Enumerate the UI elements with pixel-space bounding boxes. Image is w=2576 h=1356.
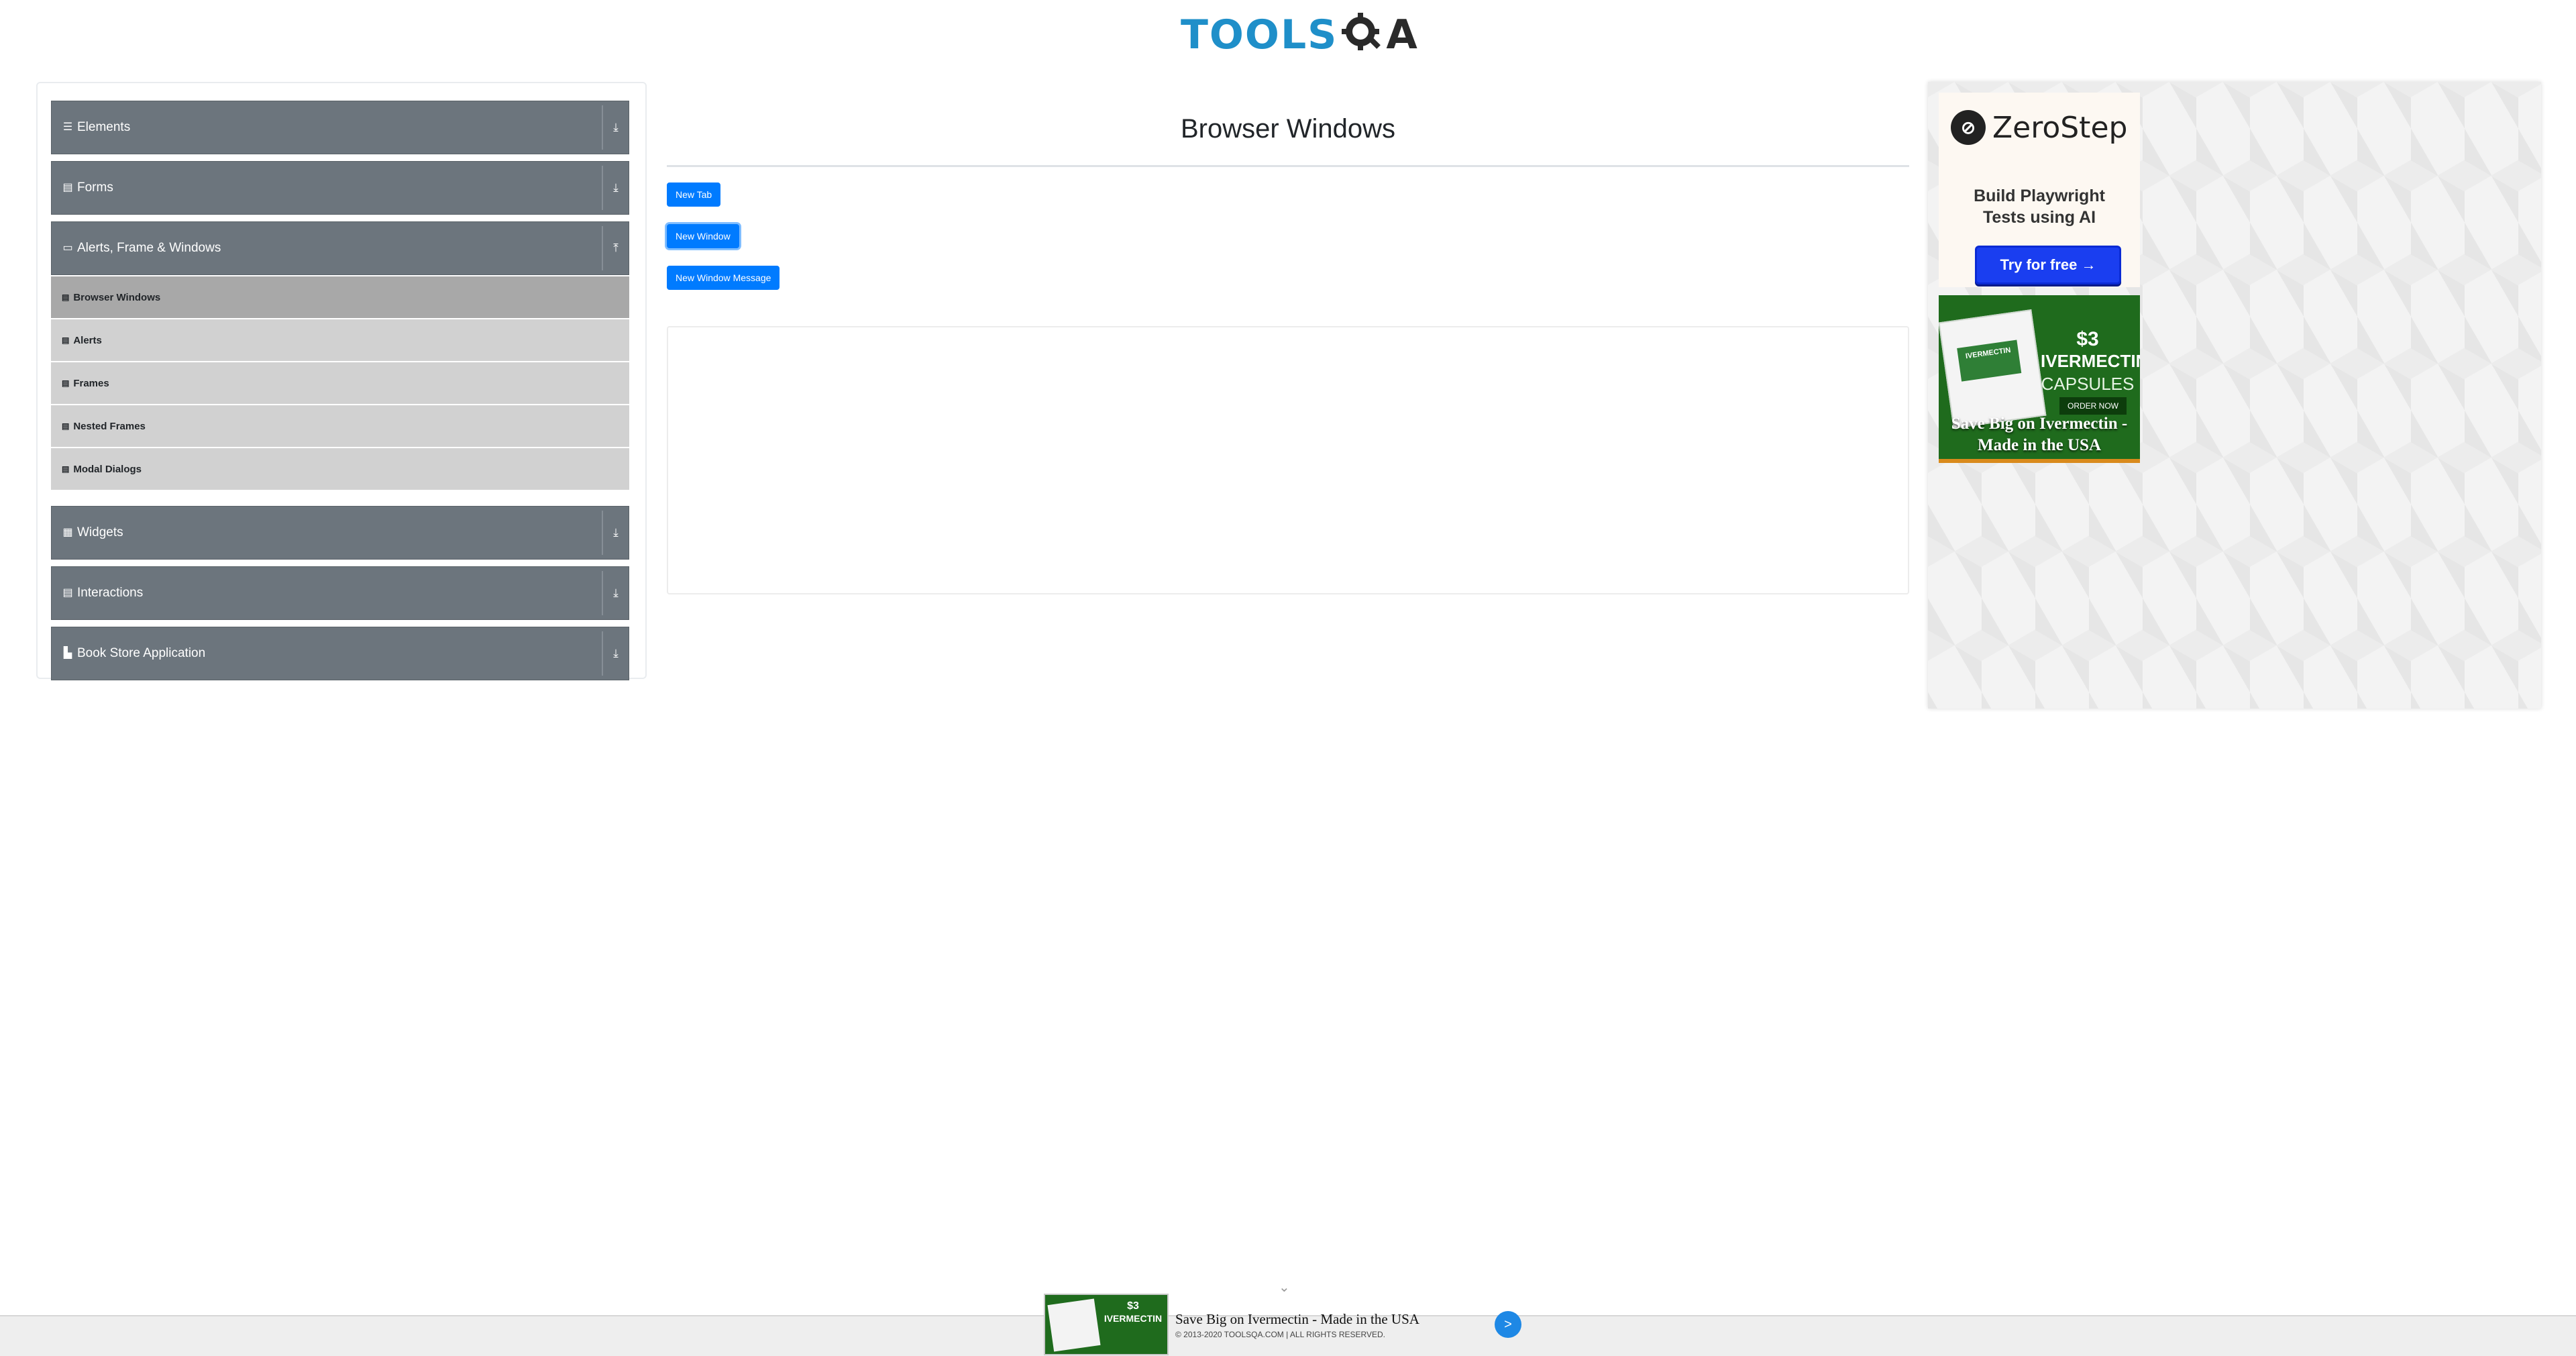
sidebar-item-label: Frames xyxy=(73,377,109,389)
window-icon: ▭ xyxy=(62,242,73,254)
ad-price: $3 xyxy=(2076,328,2099,350)
try-for-free-button[interactable]: Try for free → xyxy=(1975,246,2121,284)
new-tab-button[interactable]: New Tab xyxy=(667,182,721,207)
logo-text: TOOLS xyxy=(1181,11,1338,58)
product-package-image: IVERMECTIN xyxy=(1939,309,2047,429)
new-window-button[interactable]: New Window xyxy=(667,224,739,248)
document-icon: ▤ xyxy=(62,378,70,388)
sidebar-group-widgets: ▦ Widgets ⤓ xyxy=(51,506,629,560)
download-arrow-icon[interactable]: ⤓ xyxy=(602,631,629,676)
sidebar-item-frames[interactable]: ▤ Frames xyxy=(51,362,629,404)
product-package-image xyxy=(1047,1298,1101,1352)
gear-icon xyxy=(1340,11,1385,59)
thumb-price: $3 xyxy=(1127,1300,1139,1312)
sidebar-item-browser-windows[interactable]: ▤ Browser Windows xyxy=(51,276,629,318)
thumb-product: IVERMECTIN xyxy=(1104,1313,1163,1324)
sidebar-item-label: Alerts xyxy=(73,334,102,346)
group-label: Alerts, Frame & Windows xyxy=(77,241,221,255)
bottom-ad-headline[interactable]: Save Big on Ivermectin - Made in the USA xyxy=(1175,1311,1419,1328)
grid-icon: ▦ xyxy=(62,527,73,538)
zerostep-tagline-line1: Build Playwright xyxy=(1974,187,2105,205)
document-icon: ▤ xyxy=(62,182,73,193)
sidebar-submenu-alerts: ▤ Browser Windows ▤ Alerts ▤ Frames ▤ Ne… xyxy=(51,276,629,490)
order-now-button[interactable]: ORDER NOW xyxy=(2059,397,2127,415)
upload-arrow-icon[interactable]: ⤒ xyxy=(602,226,629,270)
ad-headline-line1: Save Big on Ivermectin - xyxy=(1951,415,2128,433)
document-icon: ▤ xyxy=(62,335,70,345)
sidebar: ☰ Elements ⤓ ▤ Forms ⤓ ▭ Alerts, Frame &… xyxy=(36,82,647,680)
right-ad-panel: ⊘ ZeroStep Build Playwright Tests using … xyxy=(1928,82,2541,709)
sidebar-item-alerts[interactable]: ▤ Alerts xyxy=(51,319,629,361)
sidebar-item-label: Modal Dialogs xyxy=(73,463,142,475)
ad-frame-placeholder xyxy=(667,326,1909,594)
zerostep-tagline-line2: Tests using AI xyxy=(1982,208,2096,227)
package-label: IVERMECTIN xyxy=(1957,340,2022,382)
ad-headline: Save Big on Ivermectin - Made in the USA xyxy=(1939,413,2140,456)
page-title: Browser Windows xyxy=(1180,114,1396,144)
document-icon: ▤ xyxy=(62,293,70,302)
sidebar-item-label: Nested Frames xyxy=(73,420,146,432)
bottom-ad-go-button[interactable]: > xyxy=(1495,1311,1521,1338)
sidebar-group-header-forms[interactable]: ▤ Forms ⤓ xyxy=(51,161,629,215)
download-arrow-icon[interactable]: ⤓ xyxy=(602,105,629,150)
bottom-ad-thumbnail[interactable]: $3 IVERMECTIN xyxy=(1044,1294,1169,1355)
sidebar-item-nested-frames[interactable]: ▤ Nested Frames xyxy=(51,405,629,447)
download-arrow-icon[interactable]: ⤓ xyxy=(602,166,629,210)
sidebar-group-interactions: ▤ Interactions ⤓ xyxy=(51,566,629,620)
menu-icon: ☰ xyxy=(62,121,73,133)
ivermectin-ad[interactable]: IVERMECTIN $3 IVERMECTIN CAPSULES ORDER … xyxy=(1939,295,2140,463)
group-label: Book Store Application xyxy=(77,646,206,660)
download-arrow-icon[interactable]: ⤓ xyxy=(602,511,629,555)
ad-form: CAPSULES xyxy=(2041,374,2135,394)
sidebar-item-label: Browser Windows xyxy=(73,291,161,303)
sidebar-group-header-widgets[interactable]: ▦ Widgets ⤓ xyxy=(51,506,629,560)
sidebar-group-book-store: ▙ Book Store Application ⤓ xyxy=(51,627,629,680)
group-label: Elements xyxy=(77,120,131,134)
zerostep-logo-icon: ⊘ xyxy=(1951,110,1986,145)
document-icon: ▤ xyxy=(62,587,73,598)
toolsqa-logo[interactable]: TOOLS A xyxy=(1181,9,1417,60)
document-icon: ▤ xyxy=(62,421,70,431)
group-label: Interactions xyxy=(77,586,144,600)
sidebar-group-header-interactions[interactable]: ▤ Interactions ⤓ xyxy=(51,566,629,620)
ad-headline-line2: Made in the USA xyxy=(1977,436,2102,454)
zerostep-brand: ZeroStep xyxy=(1992,110,2128,145)
document-icon: ▤ xyxy=(62,464,70,474)
group-label: Widgets xyxy=(77,525,123,539)
sidebar-group-alerts: ▭ Alerts, Frame & Windows ⤒ ▤ Browser Wi… xyxy=(51,221,629,490)
zerostep-ad[interactable]: ⊘ ZeroStep Build Playwright Tests using … xyxy=(1939,93,2140,287)
bottom-ad-price: $3 IVERMECTIN xyxy=(1103,1300,1163,1324)
book-icon: ▙ xyxy=(63,647,72,659)
sidebar-item-modal-dialogs[interactable]: ▤ Modal Dialogs xyxy=(51,448,629,490)
zerostep-tagline: Build Playwright Tests using AI xyxy=(1939,185,2140,228)
logo-letter-a: A xyxy=(1386,11,1417,58)
zerostep-logo: ⊘ ZeroStep xyxy=(1951,110,2127,145)
sidebar-group-header-alerts[interactable]: ▭ Alerts, Frame & Windows ⤒ xyxy=(51,221,629,275)
sidebar-group-forms: ▤ Forms ⤓ xyxy=(51,161,629,215)
group-label: Forms xyxy=(77,180,113,195)
chevron-down-icon[interactable]: ⌄ xyxy=(1279,1279,1290,1296)
sidebar-group-header-book-store[interactable]: ▙ Book Store Application ⤓ xyxy=(51,627,629,680)
footer-copyright: © 2013-2020 TOOLSQA.COM | ALL RIGHTS RES… xyxy=(1175,1330,1385,1339)
sidebar-group-elements: ☰ Elements ⤓ xyxy=(51,101,629,154)
sidebar-group-header-elements[interactable]: ☰ Elements ⤓ xyxy=(51,101,629,154)
ad-product: IVERMECTIN xyxy=(2041,351,2140,371)
new-window-message-button[interactable]: New Window Message xyxy=(667,266,780,290)
title-divider xyxy=(667,165,1909,167)
download-arrow-icon[interactable]: ⤓ xyxy=(602,571,629,615)
